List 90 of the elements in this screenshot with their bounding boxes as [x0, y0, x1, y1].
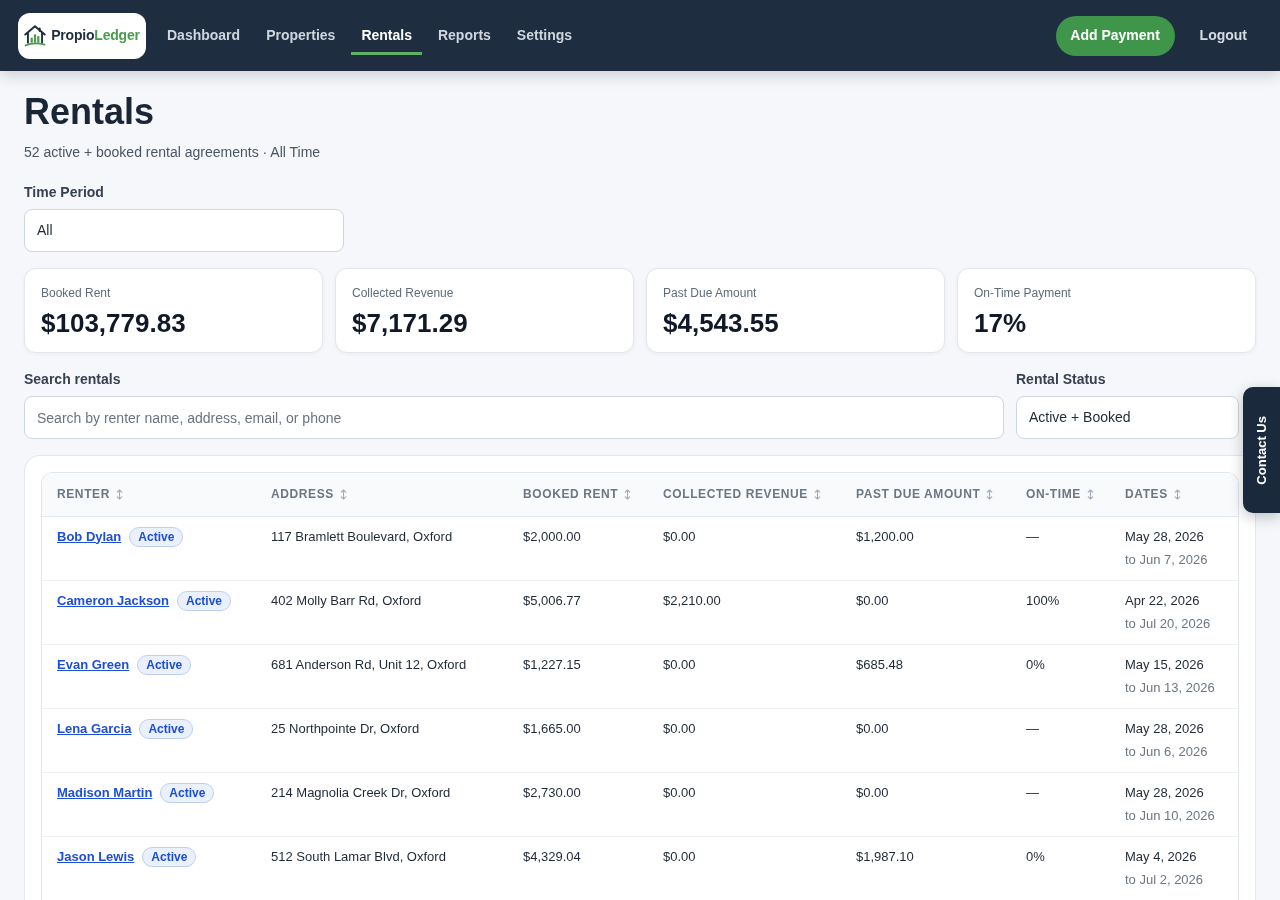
status-badge: Active	[129, 526, 184, 547]
end-date: to Jun 7, 2026	[1125, 550, 1209, 569]
stat-value: $103,779.83	[41, 308, 187, 338]
column-header[interactable]: RENTER	[57, 485, 123, 504]
sort-icon[interactable]	[1086, 488, 1094, 500]
end-date: to Jul 20, 2026	[1125, 614, 1212, 633]
renter-link[interactable]: Evan Green	[57, 656, 130, 672]
start-date: Apr 22, 2026	[1125, 591, 1201, 610]
table-cell: —	[1011, 516, 1110, 580]
renter-link[interactable]: Cameron Jackson	[57, 592, 169, 608]
table-cell: $0.00	[648, 516, 841, 580]
table-cell: —	[1011, 708, 1110, 772]
nav-link[interactable]: Rentals	[351, 16, 422, 55]
table-cell: $0.00	[841, 580, 1011, 644]
table-cell: $2,730.00	[508, 772, 648, 836]
logo-link[interactable]: PropioLedger	[18, 12, 146, 59]
table-cell: 512 South Lamar Blvd, Oxford	[256, 836, 508, 900]
status-badge: Active	[160, 782, 215, 803]
sort-icon[interactable]	[813, 488, 821, 500]
table-cell: $1,665.00	[508, 708, 648, 772]
stat-value: $4,543.55	[663, 308, 780, 338]
field-label: Rental Status	[1016, 370, 1107, 389]
table-cell: $0.00	[841, 708, 1011, 772]
renter-link[interactable]: Jason Lewis	[57, 848, 135, 864]
table-cell: 100%	[1011, 580, 1110, 644]
end-date: to Jun 10, 2026	[1125, 806, 1216, 825]
logout-link[interactable]: Logout	[1187, 17, 1259, 54]
table-cell: $1,987.10	[841, 836, 1011, 900]
table-cell: 402 Molly Barr Rd, Oxford	[256, 580, 508, 644]
nav-link[interactable]: Properties	[256, 16, 346, 55]
page-subtitle: 52 active + booked rental agreements · All Time	[24, 143, 322, 162]
sort-icon[interactable]	[115, 488, 123, 500]
renter-link[interactable]: Bob Dylan	[57, 528, 122, 544]
stat-label: Past Due Amount	[663, 285, 758, 301]
field-label: Time Period	[24, 183, 105, 202]
end-date: to Jul 2, 2026	[1125, 870, 1205, 889]
table-cell: 25 Northpointe Dr, Oxford	[256, 708, 508, 772]
start-date: May 4, 2026	[1125, 847, 1198, 866]
table-cell: $0.00	[648, 772, 841, 836]
add-payment-button[interactable]: Add Payment	[1055, 15, 1175, 56]
status-badge: Active	[139, 718, 194, 739]
table-cell: $2,210.00	[648, 580, 841, 644]
contact-us-tab[interactable]: Contact Us	[1243, 387, 1280, 513]
table-cell: $0.00	[648, 836, 841, 900]
time-period-select[interactable]: All	[24, 209, 344, 252]
table-cell: $1,200.00	[841, 516, 1011, 580]
end-date: to Jun 13, 2026	[1125, 678, 1216, 697]
rental-status-select[interactable]: Active + Booked	[1016, 396, 1239, 439]
start-date: May 15, 2026	[1125, 655, 1205, 674]
column-header[interactable]: ADDRESS	[271, 485, 347, 504]
column-header[interactable]: DATES	[1125, 485, 1181, 504]
page-title: Rentals	[24, 90, 156, 133]
table-cell: 0%	[1011, 836, 1110, 900]
sort-icon[interactable]	[624, 488, 632, 500]
status-badge: Active	[142, 846, 197, 867]
sort-icon[interactable]	[339, 488, 347, 500]
table-cell: $0.00	[648, 644, 841, 708]
stat-value: 17%	[974, 308, 1028, 338]
end-date: to Jun 6, 2026	[1125, 742, 1209, 761]
nav-link[interactable]: Settings	[506, 16, 583, 55]
status-badge: Active	[177, 590, 232, 611]
stat-value: $7,171.29	[352, 308, 469, 338]
sort-icon[interactable]	[1173, 488, 1181, 500]
field-label: Search rentals	[24, 370, 122, 389]
stat-label: Collected Revenue	[352, 285, 455, 301]
table-cell: 0%	[1011, 644, 1110, 708]
sort-icon[interactable]	[986, 488, 994, 500]
table-cell: $0.00	[648, 708, 841, 772]
table-cell: 117 Bramlett Boulevard, Oxford	[256, 516, 508, 580]
start-date: May 28, 2026	[1125, 527, 1205, 546]
stat-label: Booked Rent	[41, 285, 112, 301]
table-cell: $0.00	[841, 772, 1011, 836]
table-cell: 681 Anderson Rd, Unit 12, Oxford	[256, 644, 508, 708]
table-cell: $2,000.00	[508, 516, 648, 580]
table-cell: $5,006.77	[508, 580, 648, 644]
nav-link[interactable]: Dashboard	[157, 16, 251, 55]
start-date: May 28, 2026	[1125, 783, 1205, 802]
search-field[interactable]: Search by renter name, address, email, or phone	[24, 396, 1004, 439]
start-date: May 28, 2026	[1125, 719, 1205, 738]
table-cell: $685.48	[841, 644, 1011, 708]
renter-link[interactable]: Madison Martin	[57, 784, 153, 800]
status-badge: Active	[137, 654, 192, 675]
table-cell: $1,227.15	[508, 644, 648, 708]
renter-link[interactable]: Lena Garcia	[57, 720, 132, 736]
table-cell: $4,329.04	[508, 836, 648, 900]
stat-label: On-Time Payment	[974, 285, 1072, 301]
nav-link[interactable]: Reports	[427, 16, 501, 55]
house-chart-icon	[24, 24, 47, 47]
table-cell: —	[1011, 772, 1110, 836]
table-cell: 214 Magnolia Creek Dr, Oxford	[256, 772, 508, 836]
